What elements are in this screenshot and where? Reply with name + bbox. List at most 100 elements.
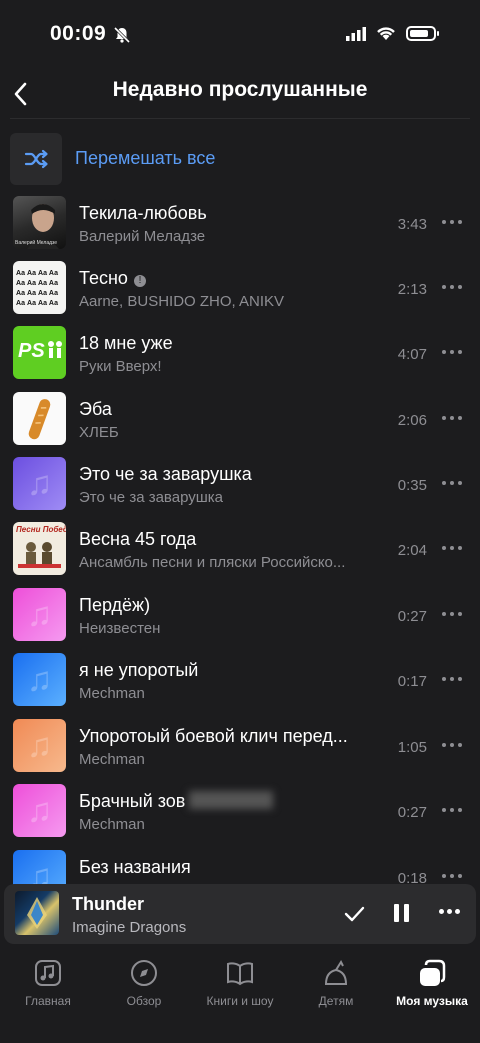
bell-muted-icon — [113, 26, 131, 44]
shuffle-all-button[interactable]: Перемешать все — [10, 133, 470, 187]
tab-label: Обзор — [126, 994, 162, 1008]
track-title: Упоротоый боевой клич перед... — [79, 726, 348, 746]
track-row[interactable]: Эба ХЛЕБ 2:06 — [0, 391, 480, 456]
music-note-icon: ♫ — [26, 464, 53, 502]
track-row[interactable]: PS 18 мне уже Руки Вверх! 4:07 — [0, 325, 480, 390]
track-duration: 2:04 — [397, 542, 427, 559]
shuffle-icon — [24, 149, 48, 169]
track-duration: 1:05 — [397, 739, 427, 756]
tab-label: Главная — [25, 994, 71, 1008]
status-time: 00:09 — [50, 22, 107, 45]
more-options-icon[interactable] — [441, 605, 463, 621]
album-caption: Валерий Меладзе — [15, 240, 58, 246]
check-icon[interactable] — [342, 902, 366, 926]
music-note-icon: ♫ — [26, 595, 53, 633]
track-artist: Ансамбль песни и пляски Российско... — [79, 554, 346, 571]
tab-label: Детям — [318, 994, 354, 1008]
mini-player[interactable]: Thunder Imagine Dragons — [4, 884, 476, 944]
track-row[interactable]: ♫ Пердёж) Неизвестен 0:27 — [0, 587, 480, 652]
more-options-icon[interactable] — [441, 409, 463, 425]
music-note-icon: ♫ — [26, 660, 53, 698]
track-row[interactable]: ♫ Это че за заварушка Это че за заварушк… — [0, 456, 480, 521]
tab-my-music[interactable]: Моя музыка — [384, 958, 480, 1018]
shuffle-icon-container — [10, 133, 62, 185]
explicit-badge-icon: ! — [133, 275, 146, 287]
track-row[interactable]: ♫ Брачный зов Mechman 0:27 — [0, 783, 480, 848]
more-options-icon[interactable] — [441, 213, 463, 229]
track-title: Без названия — [79, 857, 191, 877]
more-options-icon[interactable] — [441, 867, 463, 883]
track-row[interactable]: Валерий Меладзе Текила-любовь Валерий Ме… — [0, 195, 480, 260]
now-playing-artist: Imagine Dragons — [72, 919, 187, 936]
track-row[interactable]: Песни Победы Весна 45 года Ансамбль песн… — [0, 521, 480, 586]
track-artist: Aarne, BUSHIDO ZHO, ANIKV — [79, 293, 285, 310]
cellular-signal-icon — [346, 26, 366, 41]
track-artist: Руки Вверх! — [79, 358, 162, 375]
more-options-icon[interactable] — [441, 539, 463, 555]
album-cover: Песни Победы — [13, 522, 66, 575]
track-artist: Mechman — [79, 751, 145, 768]
tab-books[interactable]: Книги и шоу — [192, 958, 288, 1018]
album-cover: ♫ — [13, 588, 66, 641]
more-options-icon[interactable] — [441, 474, 463, 490]
pause-icon[interactable] — [391, 904, 413, 926]
shuffle-all-label: Перемешать все — [75, 148, 216, 168]
track-row[interactable]: ♫ я не упоротый Mechman 0:17 — [0, 652, 480, 717]
music-note-icon: ♫ — [26, 791, 53, 829]
baguette-image — [28, 399, 51, 440]
album-cover: Валерий Меладзе — [13, 196, 66, 249]
track-duration: 4:07 — [397, 346, 427, 363]
tab-kids[interactable]: Детям — [288, 958, 384, 1018]
album-cover: PS — [13, 326, 66, 379]
track-title: Пердёж) — [79, 595, 151, 615]
tab-home[interactable]: Главная — [0, 958, 96, 1018]
track-duration: 0:35 — [397, 477, 427, 494]
album-cover — [13, 392, 66, 445]
track-artist: Неизвестен — [79, 620, 161, 637]
more-options-icon[interactable] — [439, 909, 461, 917]
my-music-icon — [420, 959, 446, 986]
track-artist: Mechman — [79, 685, 145, 702]
track-artist: Mechman — [79, 816, 145, 833]
album-cover: ♫ — [13, 719, 66, 772]
track-row[interactable]: ♫ Упоротоый боевой клич перед... Mechman… — [0, 718, 480, 783]
more-options-icon[interactable] — [441, 801, 463, 817]
now-playing-title: Thunder — [72, 894, 144, 914]
album-text-pattern: Аа Аа Аа Аа Аа Аа Аа Аа Аа Аа Аа Аа Аа Аа А… — [16, 270, 58, 307]
kids-icon — [324, 959, 348, 985]
redacted-blur — [189, 791, 274, 809]
track-title: Тесно! — [79, 268, 146, 289]
tab-browse[interactable]: Обзор — [96, 958, 192, 1018]
tab-label: Моя музыка — [396, 994, 468, 1008]
album-logo: PS — [18, 340, 45, 362]
track-duration: 2:13 — [397, 281, 427, 298]
track-title: Брачный зов — [79, 791, 274, 812]
more-options-icon[interactable] — [441, 736, 463, 752]
more-options-icon[interactable] — [441, 670, 463, 686]
track-title: 18 мне уже — [79, 333, 173, 353]
track-title: Текила-любовь — [79, 203, 207, 223]
header-divider — [10, 118, 470, 119]
compass-icon — [131, 960, 157, 986]
note-icon — [35, 960, 61, 986]
track-duration: 0:17 — [397, 673, 427, 690]
book-icon — [227, 962, 253, 986]
status-bar: 00:09 — [0, 0, 480, 70]
album-cover: ♫ — [13, 653, 66, 706]
album-title-text: Песни Победы — [16, 525, 66, 534]
track-title: Это че за заварушка — [79, 464, 252, 484]
track-row[interactable]: Аа Аа Аа Аа Аа Аа Аа Аа Аа Аа Аа Аа Аа Аа А… — [0, 260, 480, 325]
more-options-icon[interactable] — [441, 278, 463, 294]
album-art-image — [27, 897, 47, 929]
tab-label: Книги и шоу — [206, 994, 274, 1008]
album-cover: ♫ — [13, 784, 66, 837]
now-playing-cover — [15, 891, 59, 935]
album-cover: ♫ — [13, 457, 66, 510]
track-duration: 0:27 — [397, 608, 427, 625]
music-note-icon: ♫ — [26, 726, 53, 764]
track-duration: 0:27 — [397, 804, 427, 821]
track-duration: 3:43 — [397, 216, 427, 233]
more-options-icon[interactable] — [441, 343, 463, 359]
header: Недавно прослушанные — [0, 70, 480, 118]
page-title: Недавно прослушанные — [112, 78, 368, 101]
